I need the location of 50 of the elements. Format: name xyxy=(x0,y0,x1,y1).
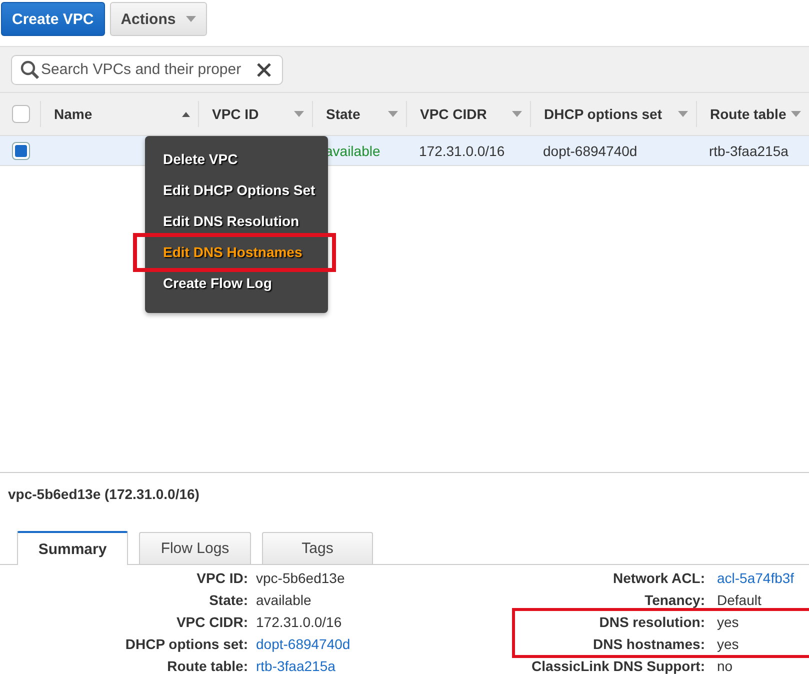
close-icon[interactable] xyxy=(256,62,272,78)
search-field[interactable]: Search VPCs and their proper xyxy=(11,54,283,84)
column-header[interactable]: Name xyxy=(40,101,198,127)
field-label: ClassicLink DNS Support: xyxy=(530,658,705,674)
field-label: Route table: xyxy=(166,658,248,674)
field-link[interactable]: acl-5a74fb3f xyxy=(717,570,803,586)
column-header[interactable]: State xyxy=(312,101,406,127)
caret-icon xyxy=(678,111,688,117)
caret-icon xyxy=(512,111,522,117)
sort-icon xyxy=(182,112,190,116)
tab[interactable]: Summary xyxy=(17,531,128,565)
field-value: yes xyxy=(717,614,740,630)
field-value: 172.31.0.0/16 xyxy=(256,614,343,630)
field-label: State: xyxy=(208,592,248,608)
field-value: available xyxy=(256,592,312,608)
table-cell: 172.31.0.0/16 xyxy=(419,142,505,158)
field-label: DNS hostnames: xyxy=(592,636,705,652)
select-all-checkbox[interactable] xyxy=(12,105,30,123)
table-cell: rtb-3faa215a xyxy=(709,142,788,158)
row-checkbox[interactable] xyxy=(12,142,30,160)
caret-icon xyxy=(186,16,196,22)
column-header[interactable]: VPC CIDR xyxy=(406,101,530,127)
field-value: yes xyxy=(717,636,740,652)
search-icon xyxy=(20,60,40,80)
tab[interactable]: Tags xyxy=(262,532,373,564)
caret-icon xyxy=(791,111,801,117)
table-cell: dopt-6894740d xyxy=(543,142,638,158)
actions-dropdown[interactable]: Actions xyxy=(110,2,207,36)
field-value: Default xyxy=(717,592,762,608)
field-value: vpc-5b6ed13e xyxy=(256,570,346,586)
field-label: VPC CIDR: xyxy=(175,614,248,630)
field-label: DNS resolution: xyxy=(598,614,705,630)
menu-item[interactable]: Edit DHCP Options Set xyxy=(145,175,328,206)
column-header[interactable]: VPC ID xyxy=(198,101,312,127)
caret-icon xyxy=(294,111,304,117)
create-button[interactable]: Create VPC xyxy=(1,2,105,36)
field-link[interactable]: dopt-6894740d xyxy=(256,636,350,652)
menu-item[interactable]: Create Flow Log xyxy=(145,268,328,299)
field-link[interactable]: rtb-3faa215a xyxy=(256,658,350,674)
tab[interactable]: Flow Logs xyxy=(139,532,251,564)
caret-icon xyxy=(388,111,398,117)
field-label: Tenancy: xyxy=(644,592,705,608)
field-label: VPC ID: xyxy=(196,570,248,586)
field-label: Network ACL: xyxy=(612,570,705,586)
column-header[interactable]: Route table xyxy=(696,101,809,127)
column-header[interactable]: DHCP options set xyxy=(530,101,696,127)
field-value: no xyxy=(717,658,734,674)
menu-item[interactable]: Edit DNS Resolution xyxy=(145,206,328,237)
field-label: DHCP options set: xyxy=(124,636,248,652)
details-title: vpc-5b6ed13e (172.31.0.0/16) xyxy=(7,485,200,504)
